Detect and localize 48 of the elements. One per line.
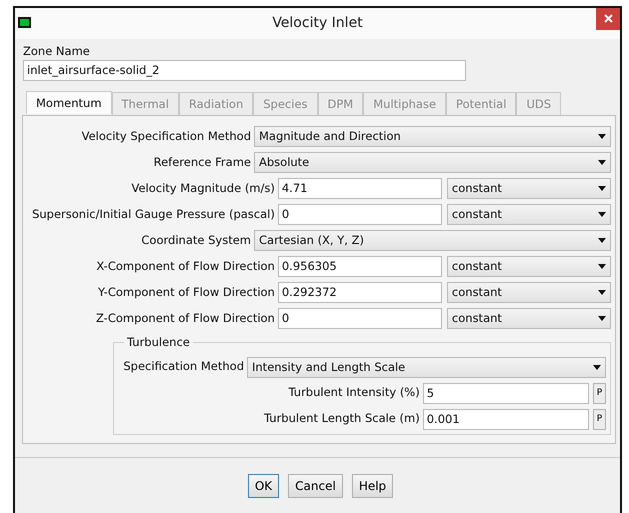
zone-name-field[interactable]: inlet_airsurface-solid_2	[23, 60, 466, 82]
input-field[interactable]: 0	[278, 204, 442, 226]
caret-icon	[598, 264, 606, 270]
field-label: Supersonic/Initial Gauge Pressure (pascal)	[31, 206, 276, 224]
dropdown[interactable]: constant	[446, 282, 611, 304]
field-label: Velocity Specification Method	[80, 128, 252, 146]
dropdown[interactable]: Intensity and Length Scale	[247, 356, 606, 378]
field-label: X-Component of Flow Direction	[95, 258, 276, 276]
parameter-button[interactable]: P	[593, 408, 606, 430]
caret-icon	[598, 316, 606, 322]
input-field[interactable]: 0.292372	[278, 282, 442, 304]
caret-icon	[593, 364, 601, 370]
caret-icon	[598, 290, 606, 296]
caret-icon	[598, 238, 606, 244]
dialog-button[interactable]: Help	[352, 474, 394, 498]
dropdown[interactable]: constant	[446, 178, 611, 200]
dropdown[interactable]: Absolute	[254, 152, 611, 174]
field-label: Turbulent Intensity (%)	[288, 384, 421, 402]
dropdown[interactable]: Cartesian (X, Y, Z)	[254, 230, 611, 252]
field-label: Turbulent Length Scale (m)	[263, 410, 421, 428]
input-field[interactable]: 4.71	[278, 178, 442, 200]
field-label: Coordinate System	[140, 232, 252, 250]
input-field[interactable]: 0.956305	[278, 256, 442, 278]
dropdown[interactable]: constant	[446, 308, 611, 330]
caret-icon	[598, 212, 606, 218]
caret-icon	[598, 186, 606, 192]
field-label: Reference Frame	[152, 154, 252, 172]
field-label: Y-Component of Flow Direction	[97, 284, 276, 302]
dropdown[interactable]: Magnitude and Direction	[254, 126, 611, 148]
field-label: Specification Method	[122, 358, 245, 376]
tab[interactable]: Momentum	[26, 91, 112, 114]
dropdown[interactable]: constant	[446, 204, 611, 226]
caret-icon	[598, 134, 606, 140]
close-icon	[604, 14, 612, 23]
input-field[interactable]: 0.001	[422, 408, 590, 430]
app-icon	[18, 17, 31, 28]
input-field[interactable]: 5	[422, 382, 590, 404]
input-field[interactable]: 0	[278, 308, 442, 330]
dialog-button[interactable]: OK	[248, 474, 280, 498]
field-label: Zone Name	[23, 43, 91, 60]
dropdown[interactable]: constant	[446, 256, 611, 278]
close-button[interactable]	[596, 8, 620, 30]
caret-icon	[598, 160, 606, 166]
parameter-button[interactable]: P	[593, 382, 606, 404]
window-title: Velocity Inlet	[272, 14, 363, 33]
field-label: Z-Component of Flow Direction	[95, 310, 276, 328]
field-label: Velocity Magnitude (m/s)	[130, 180, 276, 198]
dialog-button[interactable]: Cancel	[288, 474, 343, 498]
